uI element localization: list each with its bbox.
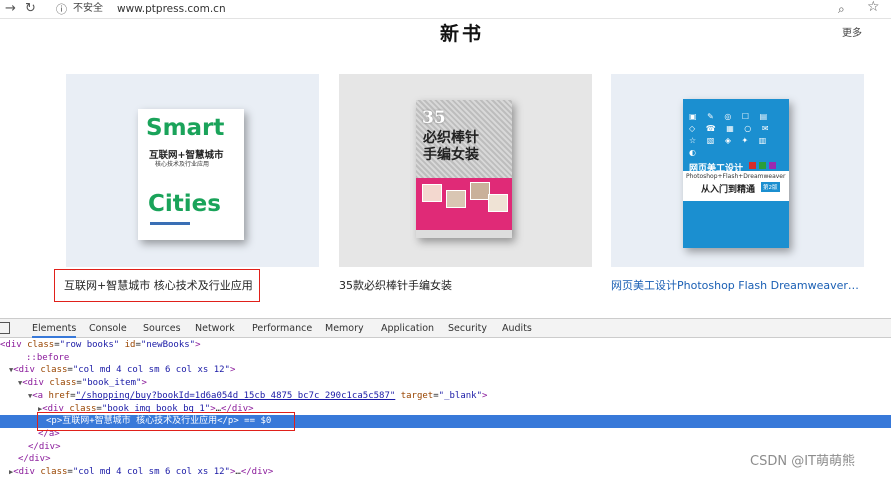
cover-square bbox=[759, 162, 766, 169]
book-caption-3[interactable]: 网页美工设计Photoshop Flash Dreamweaver… bbox=[611, 278, 859, 294]
watermark: CSDN @IT萌萌熊 bbox=[750, 454, 855, 469]
address-bar: → ↻ ⓘ 不安全 www.ptpress.com.cn ⌕ ☆ bbox=[0, 0, 891, 19]
dom-node[interactable]: ▼<div class="book_item"> bbox=[0, 377, 891, 390]
tab-security[interactable]: Security bbox=[448, 322, 487, 336]
cover-icon-grid: ▣ ✎ ◎ ☐ ▤ ◇ ☎ ▦ ○ ✉ ☆ ▧ ◈ ✦ ▥ ◐ bbox=[689, 112, 773, 157]
dom-node[interactable]: ▼<div class="col md 4 col sm 6 col xs 12… bbox=[0, 364, 891, 377]
tab-performance[interactable]: Performance bbox=[252, 322, 312, 336]
cover-photo bbox=[446, 190, 466, 208]
tab-sources[interactable]: Sources bbox=[143, 322, 181, 336]
cover-title: 必织棒针 手编女装 bbox=[423, 130, 479, 163]
book-card-2[interactable]: 35 必织棒针 手编女装 bbox=[339, 74, 592, 267]
book-card-3[interactable]: ▣ ✎ ◎ ☐ ▤ ◇ ☎ ▦ ○ ✉ ☆ ▧ ◈ ✦ ▥ ◐ 网页美工设计 P… bbox=[611, 74, 864, 267]
dom-node[interactable]: ::before bbox=[0, 352, 891, 365]
cover-series: 从入门到精通 bbox=[701, 185, 756, 195]
back-arrow-icon[interactable]: → bbox=[5, 1, 16, 17]
tab-audits[interactable]: Audits bbox=[502, 322, 532, 336]
book-cover-3[interactable]: ▣ ✎ ◎ ☐ ▤ ◇ ☎ ▦ ○ ✉ ☆ ▧ ◈ ✦ ▥ ◐ 网页美工设计 P… bbox=[683, 99, 789, 248]
cover-photo bbox=[470, 182, 490, 200]
cover-word-cities: Cities bbox=[148, 191, 221, 217]
tab-network[interactable]: Network bbox=[195, 322, 235, 336]
cover-edition-badge: 第2版 bbox=[761, 182, 780, 192]
cover-publisher-bar bbox=[150, 222, 190, 225]
tab-application[interactable]: Application bbox=[381, 322, 434, 336]
dom-node[interactable]: <div class="row books" id="newBooks"> bbox=[0, 339, 891, 352]
inspect-element-icon[interactable] bbox=[0, 322, 10, 334]
star-icon[interactable]: ☆ bbox=[867, 0, 880, 15]
reload-icon[interactable]: ↻ bbox=[25, 1, 36, 17]
info-icon[interactable]: ⓘ bbox=[56, 2, 67, 18]
highlight-box-dom-node bbox=[37, 412, 295, 431]
more-link[interactable]: 更多 bbox=[842, 24, 862, 39]
cover-square bbox=[769, 162, 776, 169]
tab-memory[interactable]: Memory bbox=[325, 322, 364, 336]
dom-node[interactable]: ▼<a href="/shopping/buy?bookId=1d6a054d … bbox=[0, 390, 891, 403]
url-field[interactable]: www.ptpress.com.cn bbox=[117, 2, 226, 16]
tab-console[interactable]: Console bbox=[89, 322, 127, 336]
cover-square bbox=[749, 162, 756, 169]
search-icon[interactable]: ⌕ bbox=[838, 1, 845, 17]
cover-photo bbox=[422, 184, 442, 202]
cover-photo bbox=[488, 194, 508, 212]
book-card-1[interactable]: Smart 互联网+智慧城市 核心技术及行业应用 Cities bbox=[66, 74, 319, 267]
cover-number: 35 bbox=[422, 108, 446, 128]
highlight-box-caption bbox=[54, 269, 260, 302]
section-title: 新书 bbox=[440, 23, 485, 45]
book-cover-2[interactable]: 35 必织棒针 手编女装 bbox=[416, 100, 512, 238]
cover-word-smart: Smart bbox=[146, 115, 225, 141]
cover-subtitle: 核心技术及行业应用 bbox=[155, 161, 210, 168]
security-label: 不安全 bbox=[73, 3, 103, 14]
book-cover-1[interactable]: Smart 互联网+智慧城市 核心技术及行业应用 Cities bbox=[138, 109, 244, 240]
cover-subtitle: Photoshop+Flash+Dreamweaver bbox=[686, 173, 786, 180]
devtools-tab-bar: Elements Console Sources Network Perform… bbox=[0, 318, 891, 338]
book-caption-2[interactable]: 35款必织棒针手编女装 bbox=[339, 278, 452, 294]
tab-elements[interactable]: Elements bbox=[32, 322, 77, 338]
